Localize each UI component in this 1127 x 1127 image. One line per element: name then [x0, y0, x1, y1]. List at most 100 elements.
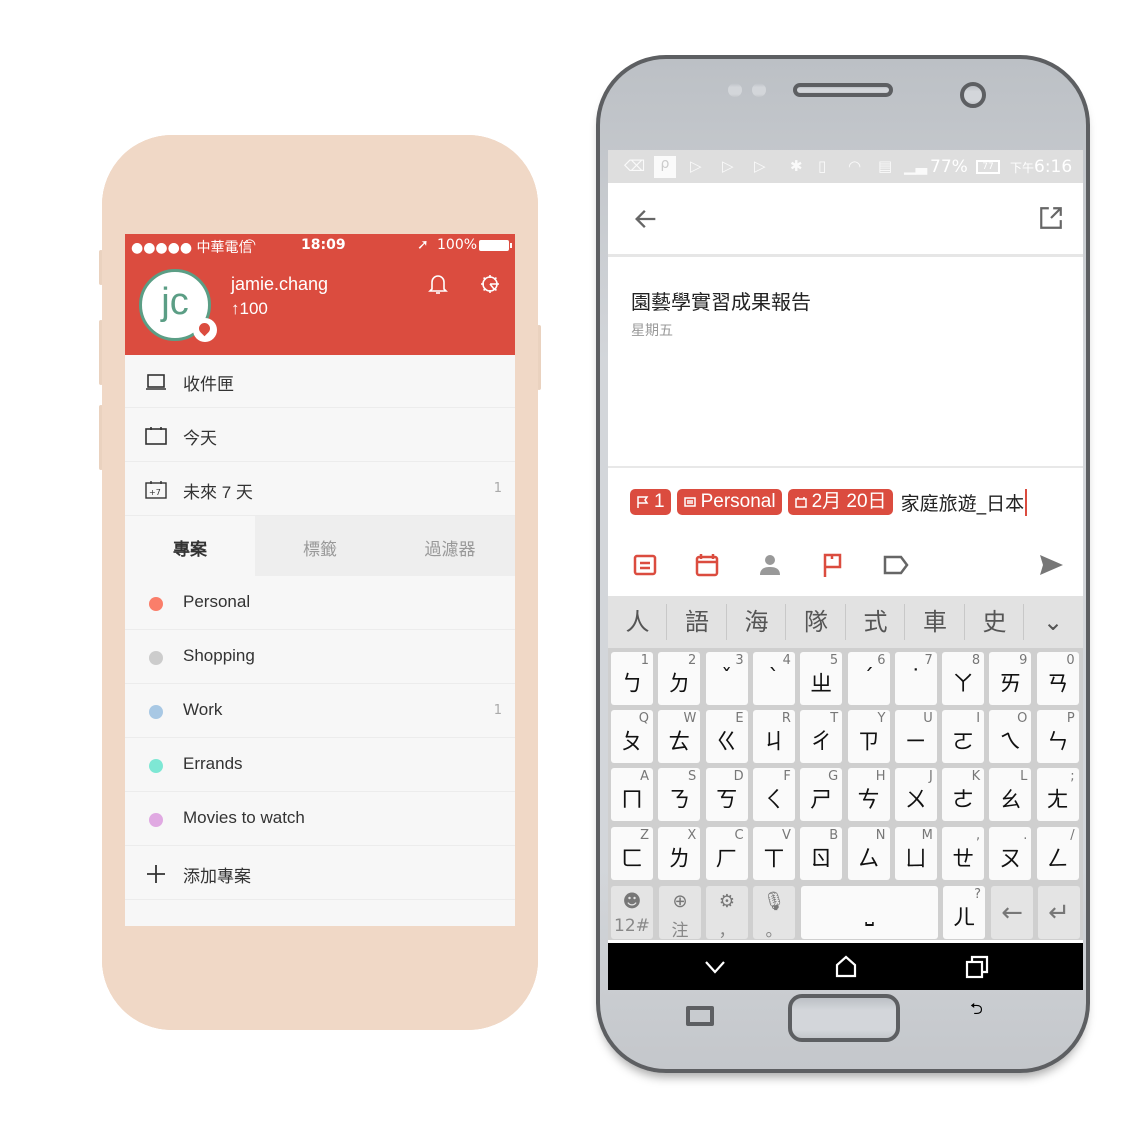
zhuyin-key[interactable]: ㄢ0 — [1036, 652, 1079, 705]
zhuyin-key[interactable]: ㄩM — [894, 827, 937, 880]
zhuyin-key[interactable]: ㄠL — [989, 768, 1032, 821]
add-project-button[interactable]: 添加專案 — [125, 847, 515, 900]
assign-person-icon[interactable] — [757, 552, 783, 578]
candidate-word[interactable]: 隊 — [788, 604, 846, 640]
candidate-word[interactable]: 史 — [966, 604, 1024, 640]
nav-item-next-7-days[interactable]: +7 未來 7 天 1 — [125, 463, 515, 516]
nav-item-inbox[interactable]: 收件匣 — [125, 355, 515, 408]
notification-add-icon: ⌫ — [624, 157, 646, 175]
zhuyin-key[interactable]: ㄕG — [800, 768, 843, 821]
search-app-icon: ρ — [654, 156, 676, 178]
gear-icon[interactable] — [478, 272, 502, 296]
due-date-chip[interactable]: 2月 20日 — [787, 489, 893, 515]
zhuyin-key[interactable]: ㄊW — [658, 710, 701, 763]
priority-chip[interactable]: 1 — [630, 489, 671, 515]
project-item-movies-to-watch[interactable]: Movies to watch — [125, 793, 515, 846]
zhuyin-key[interactable]: ㄚ8 — [942, 652, 985, 705]
zhuyin-key[interactable]: ㄞ9 — [989, 652, 1032, 705]
zhuyin-key[interactable]: ㄜK — [942, 768, 985, 821]
zhuyin-key[interactable]: ㄋS — [658, 768, 701, 821]
send-icon[interactable] — [1038, 552, 1064, 578]
enter-key[interactable]: ↵ — [1038, 886, 1080, 939]
project-select-icon[interactable] — [632, 552, 658, 578]
zhuyin-key[interactable]: ㄛI — [942, 710, 985, 763]
zhuyin-key[interactable]: ㄅ1 — [611, 652, 653, 705]
home-icon[interactable] — [832, 953, 860, 981]
zhuyin-key[interactable]: ㄆQ — [611, 710, 653, 763]
zhuyin-key[interactable]: ㄈZ — [611, 827, 653, 880]
recents-icon[interactable] — [963, 953, 991, 981]
zhuyin-key[interactable]: ㄌX — [658, 827, 701, 880]
project-tabs: 專案 標籤 過濾器 — [125, 516, 515, 576]
zhuyin-key[interactable]: ㄒV — [752, 827, 795, 880]
hardware-back-icon[interactable]: ⮌ — [970, 998, 1004, 1028]
zhuyin-key[interactable]: ㄐR — [752, 710, 795, 763]
candidate-word[interactable]: 車 — [907, 604, 965, 640]
zhuyin-key[interactable]: ㄤ; — [1036, 768, 1079, 821]
zhuyin-key[interactable]: ㄇA — [611, 768, 653, 821]
zhuyin-key[interactable]: ㄝ, — [942, 827, 985, 880]
hardware-home-button[interactable] — [788, 994, 900, 1042]
zhuyin-key[interactable]: ㄉ2 — [658, 652, 701, 705]
zhuyin-key[interactable]: ㄙN — [847, 827, 890, 880]
tab-filters[interactable]: 過濾器 — [385, 516, 515, 576]
zhuyin-key[interactable]: ㄑF — [752, 768, 795, 821]
zhuyin-key[interactable]: ˊ6 — [847, 652, 890, 705]
voice-key[interactable]: 🎙︎ 。 — [753, 886, 795, 941]
project-chip[interactable]: Personal — [676, 489, 782, 515]
zhuyin-key[interactable]: ㄓ5 — [800, 652, 843, 705]
candidate-word[interactable]: 海 — [728, 604, 786, 640]
zhuyin-key[interactable]: ㄟO — [989, 710, 1032, 763]
typed-task-text[interactable]: 家庭旅遊_日本 — [901, 488, 1028, 516]
key-secondary-label: D — [733, 769, 744, 784]
project-item-shopping[interactable]: Shopping — [125, 631, 515, 684]
nav-item-today[interactable]: 今天 — [125, 409, 515, 462]
priority-flag-icon[interactable] — [820, 552, 846, 578]
task-title[interactable]: 園藝學實習成果報告 — [631, 286, 811, 315]
project-item-work[interactable]: Work 1 — [125, 685, 515, 738]
zhuyin-key[interactable]: ㄨJ — [894, 768, 937, 821]
label-tag-icon[interactable] — [883, 552, 909, 578]
candidate-word[interactable]: 式 — [847, 604, 905, 640]
space-key[interactable]: ⎵ — [801, 886, 938, 939]
hide-keyboard-icon[interactable] — [701, 953, 729, 981]
zhuyin-key[interactable]: ㄧU — [894, 710, 937, 763]
back-arrow-icon[interactable] — [632, 205, 660, 233]
key-main-symbol: ㄋ — [668, 788, 691, 813]
candidate-word[interactable]: 語 — [669, 604, 727, 640]
zhuyin-key[interactable]: ㄥ / — [1036, 827, 1079, 880]
zhuyin-key[interactable]: ㄗY — [847, 710, 890, 763]
zhuyin-key[interactable]: ㄘH — [847, 768, 890, 821]
zhuyin-key[interactable]: ㄔT — [800, 710, 843, 763]
settings-key[interactable]: ⚙ ， — [706, 886, 748, 941]
tab-labels[interactable]: 標籤 — [255, 516, 385, 576]
calendar-plus7-icon: +7 — [145, 481, 167, 499]
zhuyin-key[interactable]: ˇ3 — [705, 652, 748, 705]
schedule-icon[interactable] — [694, 552, 720, 578]
language-key[interactable]: ⊕ 注 — [659, 886, 701, 941]
project-item-personal[interactable]: Personal — [125, 577, 515, 630]
expand-candidates-icon[interactable]: ⌄ — [1024, 604, 1082, 640]
backspace-key[interactable]: ← — [991, 886, 1033, 939]
key-main-symbol: ㄘ — [857, 788, 880, 813]
hardware-recents-icon[interactable] — [686, 1006, 714, 1026]
bell-icon[interactable] — [426, 272, 450, 296]
zhuyin-key[interactable]: ˙ 7 — [894, 652, 937, 705]
zhuyin-key[interactable]: ㄡ. — [989, 827, 1032, 880]
zhuyin-key[interactable]: ㄣP — [1036, 710, 1079, 763]
zhuyin-key[interactable]: ˋ4 — [752, 652, 795, 705]
er-key[interactable]: ㄦ ? — [943, 886, 985, 939]
zhuyin-key[interactable]: ㄖB — [800, 827, 843, 880]
open-external-icon[interactable] — [1038, 205, 1064, 231]
emoji-key[interactable]: ☻ 12# — [611, 886, 653, 939]
svg-text:+7: +7 — [149, 488, 161, 497]
quick-add-input[interactable]: 1 Personal 2月 20日 家庭旅遊_日本 — [630, 488, 1028, 516]
tab-projects[interactable]: 專案 — [125, 516, 255, 576]
zhuyin-key[interactable]: ㄍE — [705, 710, 748, 763]
key-secondary-label: H — [875, 769, 886, 784]
zhuyin-key[interactable]: ㄏC — [705, 827, 748, 880]
zhuyin-key[interactable]: ㄎD — [705, 768, 748, 821]
project-item-errands[interactable]: Errands — [125, 739, 515, 792]
candidate-word[interactable]: 人 — [609, 604, 667, 640]
key-main-symbol: ㄚ — [952, 672, 975, 697]
